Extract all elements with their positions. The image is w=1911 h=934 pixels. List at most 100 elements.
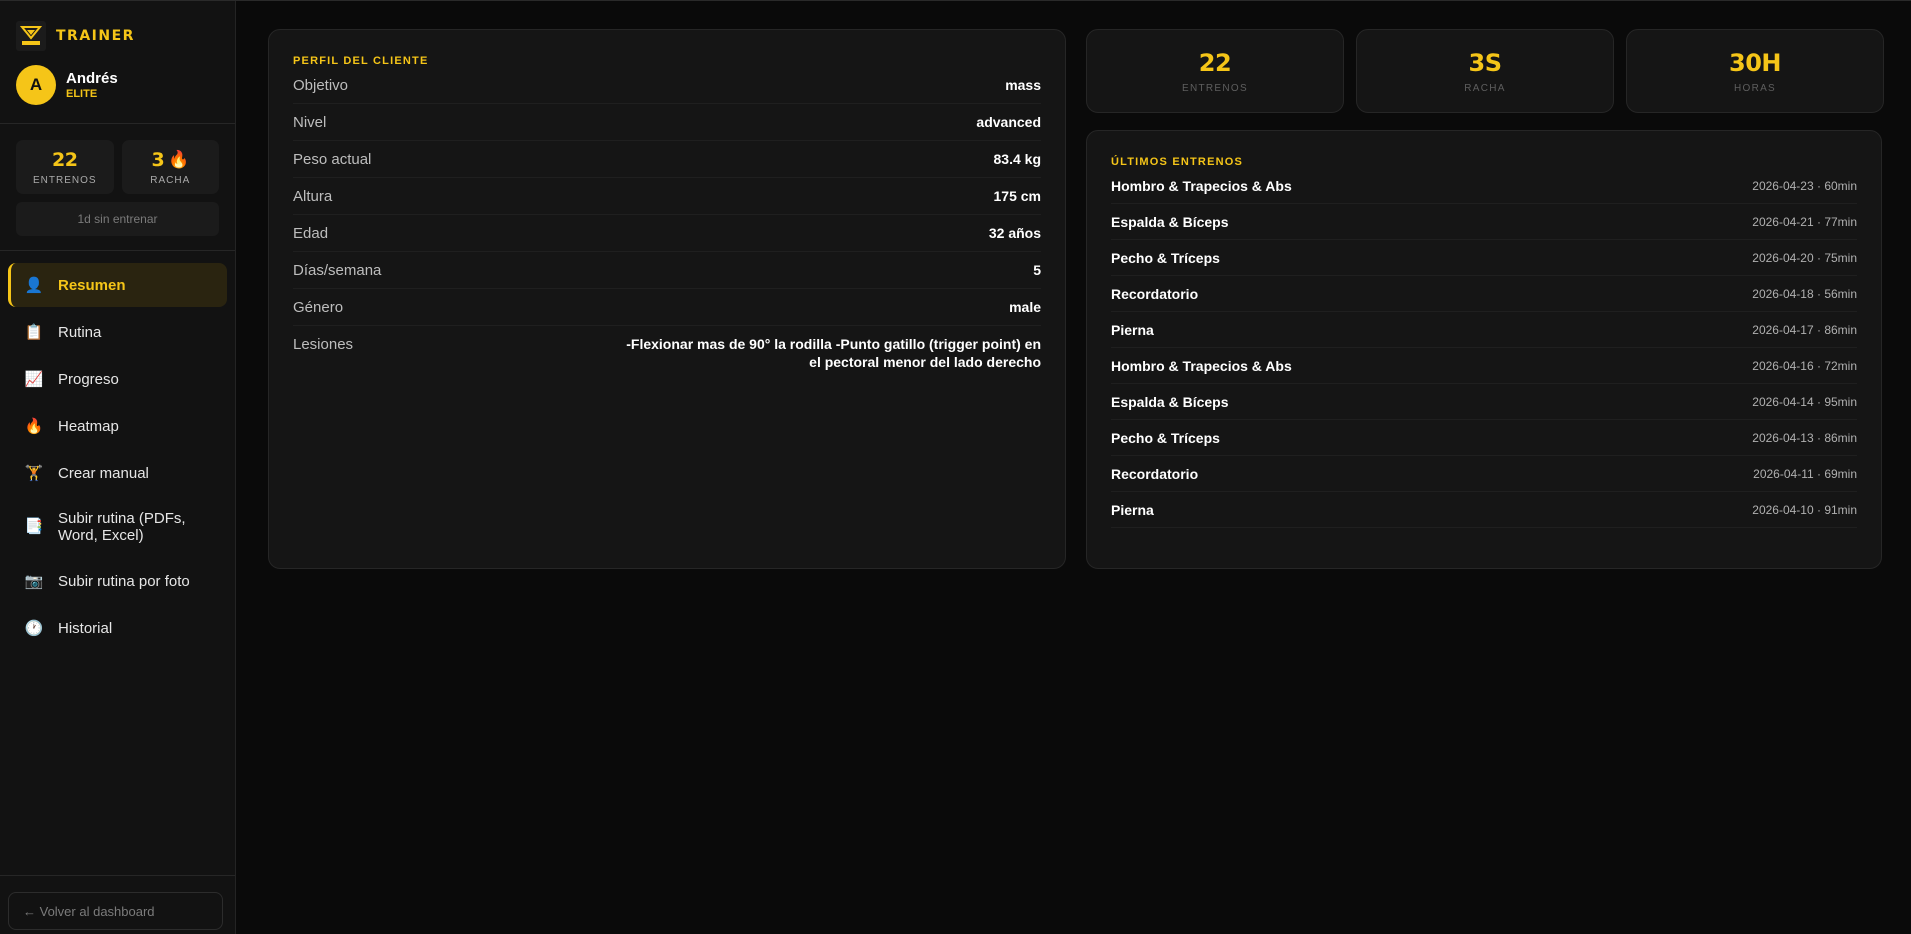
profile-label: Días/semana xyxy=(293,262,382,279)
inactivity-status: 1d sin entrenar xyxy=(16,202,219,236)
profile-label: Altura xyxy=(293,188,333,205)
main-content: PERFIL DEL CLIENTE Objetivo mass Nivel a… xyxy=(236,1,1911,934)
sidebar-workouts-label: ENTRENOS xyxy=(32,174,97,186)
sidebar-nav: 👤 Resumen 📋 Rutina 📈 Progreso 🔥 Heatmap … xyxy=(0,251,235,662)
workout-row[interactable]: Hombro & Trapecios & Abs 2026-04-23 · 60… xyxy=(1111,168,1857,204)
workout-name: Espalda & Bíceps xyxy=(1111,393,1229,410)
client-profile-card: PERFIL DEL CLIENTE Objetivo mass Nivel a… xyxy=(268,29,1066,569)
sidebar-stat-workouts: 22 ENTRENOS xyxy=(16,140,114,194)
sidebar-item-heatmap[interactable]: 🔥 Heatmap xyxy=(8,404,227,448)
profile-row: Altura 175 cm xyxy=(293,178,1041,215)
divider xyxy=(0,875,235,876)
stat-card-streak: 3S RACHA xyxy=(1356,29,1614,113)
app-root: TRAINER A Andrés ELITE 22 ENTRENOS 3 🔥 R… xyxy=(0,0,1911,934)
workout-row[interactable]: Espalda & Bíceps 2026-04-14 · 95min xyxy=(1111,384,1857,420)
back-to-dashboard-button[interactable]: ← Volver al dashboard xyxy=(8,892,223,930)
workout-row[interactable]: Recordatorio 2026-04-18 · 56min xyxy=(1111,276,1857,312)
person-icon: 👤 xyxy=(24,277,44,294)
sidebar-item-resumen[interactable]: 👤 Resumen xyxy=(8,263,227,307)
workout-row[interactable]: Espalda & Bíceps 2026-04-21 · 77min xyxy=(1111,204,1857,240)
sidebar-stats: 22 ENTRENOS 3 🔥 RACHA xyxy=(0,124,235,202)
profile-label: Lesiones xyxy=(293,336,354,353)
sidebar-item-label: Subir rutina por foto xyxy=(58,572,190,590)
sidebar-item-rutina[interactable]: 📋 Rutina xyxy=(8,310,227,354)
workout-meta: 2026-04-10 · 91min xyxy=(1752,502,1857,517)
profile-row: Días/semana 5 xyxy=(293,252,1041,289)
trainer-logo-icon xyxy=(16,21,46,51)
profile-row: Género male xyxy=(293,289,1041,326)
workout-name: Pecho & Tríceps xyxy=(1111,429,1220,446)
workout-row[interactable]: Pierna 2026-04-10 · 91min xyxy=(1111,492,1857,528)
workout-row[interactable]: Pierna 2026-04-17 · 86min xyxy=(1111,312,1857,348)
profile-label: Género xyxy=(293,299,344,316)
profile-value: male xyxy=(1009,299,1041,315)
brand-name: TRAINER xyxy=(56,28,135,44)
workout-row[interactable]: Recordatorio 2026-04-11 · 69min xyxy=(1111,456,1857,492)
sidebar-item-subir-foto[interactable]: 📷 Subir rutina por foto xyxy=(8,559,227,603)
stat-label: ENTRENOS xyxy=(1182,82,1248,94)
profile-value: 83.4 kg xyxy=(993,151,1041,167)
workout-name: Hombro & Trapecios & Abs xyxy=(1111,177,1292,194)
section-title: ÚLTIMOS ENTRENOS xyxy=(1111,156,1244,168)
sidebar-streak-value: 3 xyxy=(151,148,165,171)
stat-value: 30H xyxy=(1729,48,1781,77)
stat-card-hours: 30H HORAS xyxy=(1626,29,1884,113)
profile-value: 5 xyxy=(1033,262,1041,278)
sidebar-item-crear-manual[interactable]: 🏋 Crear manual xyxy=(8,451,227,495)
stat-value: 22 xyxy=(1198,48,1232,77)
workout-meta: 2026-04-21 · 77min xyxy=(1752,214,1857,229)
profile-value: 32 años xyxy=(988,225,1041,241)
profile-row: Peso actual 83.4 kg xyxy=(293,141,1041,178)
sidebar-streak-row: 3 🔥 xyxy=(151,148,190,171)
workout-meta: 2026-04-16 · 72min xyxy=(1752,358,1857,373)
profile-value: 175 cm xyxy=(993,188,1041,204)
sidebar-stat-streak: 3 🔥 RACHA xyxy=(121,140,219,194)
workout-meta: 2026-04-14 · 95min xyxy=(1752,394,1857,409)
sidebar-item-label: Crear manual xyxy=(58,464,149,482)
recent-workouts-card: ÚLTIMOS ENTRENOS Hombro & Trapecios & Ab… xyxy=(1086,130,1882,569)
profile-value: mass xyxy=(1005,77,1041,93)
stat-value: 3S xyxy=(1468,48,1502,77)
workout-name: Hombro & Trapecios & Abs xyxy=(1111,357,1292,374)
sidebar-workouts-value: 22 xyxy=(52,148,78,171)
brand: TRAINER xyxy=(0,1,235,59)
workout-row[interactable]: Hombro & Trapecios & Abs 2026-04-16 · 72… xyxy=(1111,348,1857,384)
workout-name: Espalda & Bíceps xyxy=(1111,213,1229,230)
workout-name: Pierna xyxy=(1111,321,1154,338)
stat-card-workouts: 22 ENTRENOS xyxy=(1086,29,1344,113)
user-profile: A Andrés ELITE xyxy=(0,59,235,123)
profile-row: Objetivo mass xyxy=(293,67,1041,104)
sidebar-item-label: Historial xyxy=(58,619,113,637)
profile-label: Objetivo xyxy=(293,77,349,94)
avatar: A xyxy=(16,65,56,105)
workout-row[interactable]: Pecho & Tríceps 2026-04-13 · 86min xyxy=(1111,420,1857,456)
sidebar-item-progreso[interactable]: 📈 Progreso xyxy=(8,357,227,401)
profile-label: Nivel xyxy=(293,114,327,131)
workout-row[interactable]: Pecho & Tríceps 2026-04-20 · 75min xyxy=(1111,240,1857,276)
profile-row: Lesiones -Flexionar mas de 90° la rodill… xyxy=(293,326,1041,380)
fire-icon: 🔥 xyxy=(24,418,44,435)
sidebar-item-historial[interactable]: 🕐 Historial xyxy=(8,606,227,650)
sidebar-streak-label: RACHA xyxy=(150,174,191,186)
profile-value: -Flexionar mas de 90° la rodilla -Punto … xyxy=(626,336,1041,370)
fire-icon: 🔥 xyxy=(168,149,189,170)
profile-label: Peso actual xyxy=(293,151,372,168)
workout-meta: 2026-04-13 · 86min xyxy=(1752,430,1857,445)
sidebar-item-label: Rutina xyxy=(58,323,102,341)
profile-value: advanced xyxy=(976,114,1041,130)
workout-meta: 2026-04-20 · 75min xyxy=(1752,250,1857,265)
clipboard-icon: 📋 xyxy=(24,324,44,341)
user-name: Andrés xyxy=(66,70,118,87)
chart-icon: 📈 xyxy=(24,371,44,388)
workout-meta: 2026-04-23 · 60min xyxy=(1752,178,1857,193)
sidebar-item-label: Subir rutina (PDFs, Word, Excel) xyxy=(58,509,186,544)
workout-name: Recordatorio xyxy=(1111,285,1199,302)
workout-meta: 2026-04-18 · 56min xyxy=(1752,286,1857,301)
sidebar-item-label: Resumen xyxy=(58,276,126,294)
profile-label: Edad xyxy=(293,225,329,242)
document-icon: 📑 xyxy=(24,518,44,536)
mannequin-icon: 🏋 xyxy=(24,465,44,482)
sidebar-item-subir-rutina[interactable]: 📑 Subir rutina (PDFs, Word, Excel) xyxy=(8,498,227,556)
workout-name: Pecho & Tríceps xyxy=(1111,249,1220,266)
sidebar-item-label: Heatmap xyxy=(58,417,119,435)
